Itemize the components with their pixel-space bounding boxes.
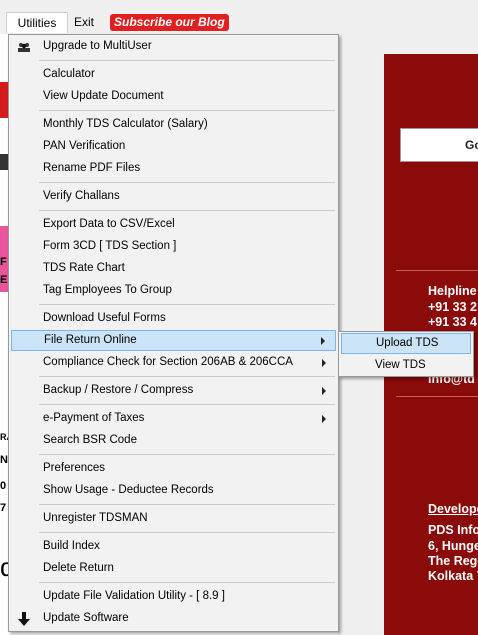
menu-item-export-csv[interactable]: Export Data to CSV/Excel — [11, 214, 336, 235]
divider — [396, 270, 478, 271]
menu-item-label: Form 3CD [ TDS Section ] — [43, 240, 177, 252]
menu-item-unregister[interactable]: Unregister TDSMAN — [11, 508, 336, 529]
submenu-item-label: Upload TDS — [376, 337, 439, 349]
menu-item-label: e-Payment of Taxes — [43, 412, 145, 424]
menu-item-show-usage[interactable]: Show Usage - Deductee Records — [11, 480, 336, 501]
info-box: Go — [400, 128, 478, 162]
menu-separator — [39, 404, 335, 405]
address-line: The Rege — [428, 554, 478, 568]
bg-text-fragment: E — [0, 274, 8, 286]
menu-item-label: Backup / Restore / Compress — [43, 384, 194, 396]
menu-item-label: Rename PDF Files — [43, 162, 141, 174]
menu-item-rename-pdf[interactable]: Rename PDF Files — [11, 158, 336, 179]
menu-item-label: Search BSR Code — [43, 434, 137, 446]
menu-item-label: Monthly TDS Calculator (Salary) — [43, 118, 208, 130]
menu-item-monthly-tds-calculator[interactable]: Monthly TDS Calculator (Salary) — [11, 114, 336, 135]
menu-item-label: Update Software — [43, 612, 129, 624]
menu-item-label: Download Useful Forms — [43, 312, 166, 324]
menu-exit[interactable]: Exit — [68, 12, 104, 33]
menu-item-label: Show Usage - Deductee Records — [43, 484, 214, 496]
background-left-strip: F E RA N 0 7 d — [0, 34, 14, 635]
menu-separator — [39, 582, 335, 583]
menu-item-delete-return[interactable]: Delete Return — [11, 558, 336, 579]
divider — [396, 396, 478, 397]
menu-separator — [39, 376, 335, 377]
menu-item-tag-employees[interactable]: Tag Employees To Group — [11, 280, 336, 301]
menu-utilities[interactable]: Utilities — [6, 12, 68, 33]
users-icon — [18, 43, 30, 52]
address-line: Kolkata 7 — [428, 569, 478, 583]
helpline-label: Helpline — [428, 284, 477, 298]
submenu-item-upload-tds[interactable]: Upload TDS — [341, 333, 471, 354]
file-return-submenu: Upload TDS View TDS — [338, 331, 474, 377]
menu-item-update-software[interactable]: Update Software — [11, 608, 336, 629]
menu-item-label: Build Index — [43, 540, 100, 552]
menu-item-tds-rate-chart[interactable]: TDS Rate Chart — [11, 258, 336, 279]
subscribe-blog-button[interactable]: Subscribe our Blog — [110, 14, 229, 31]
menu-separator — [39, 110, 335, 111]
bg-text-fragment: N — [0, 454, 8, 466]
menu-item-update-fvu[interactable]: Update File Validation Utility - [ 8.9 ] — [11, 586, 336, 607]
menu-separator — [39, 182, 335, 183]
bg-text-fragment: 0 — [0, 480, 7, 492]
menu-separator — [39, 504, 335, 505]
menu-item-search-bsr[interactable]: Search BSR Code — [11, 430, 336, 451]
menu-item-label: PAN Verification — [43, 140, 126, 152]
submenu-arrow-icon — [321, 337, 325, 345]
menu-item-upgrade-multiuser[interactable]: Upgrade to MultiUser — [11, 36, 336, 57]
menu-item-download-forms[interactable]: Download Useful Forms — [11, 308, 336, 329]
menu-item-label: Export Data to CSV/Excel — [43, 218, 175, 230]
menu-item-compliance-check[interactable]: Compliance Check for Section 206AB & 206… — [11, 352, 336, 373]
menu-item-label: TDS Rate Chart — [43, 262, 125, 274]
address-line: 6, Hunge — [428, 539, 478, 553]
submenu-arrow-icon — [322, 359, 326, 367]
address-line: PDS Info — [428, 523, 478, 537]
helpline-phone: +91 33 4 — [428, 315, 478, 329]
menu-separator — [39, 454, 335, 455]
menu-item-calculator[interactable]: Calculator — [11, 64, 336, 85]
helpline-phone: +91 33 2 — [428, 300, 478, 314]
menu-item-label: Upgrade to MultiUser — [43, 40, 152, 52]
menu-separator — [39, 60, 335, 61]
bg-text-fragment: F — [0, 256, 7, 268]
submenu-arrow-icon — [322, 387, 326, 395]
bg-dark-fragment — [0, 154, 8, 170]
menu-item-label: File Return Online — [44, 334, 137, 346]
submenu-item-view-tds[interactable]: View TDS — [341, 355, 471, 376]
menu-item-build-index[interactable]: Build Index — [11, 536, 336, 557]
menu-item-label: Compliance Check for Section 206AB & 206… — [43, 356, 293, 368]
menu-item-label: View Update Document — [43, 90, 164, 102]
bg-text-fragment: 7 — [0, 502, 7, 514]
menu-item-label: Unregister TDSMAN — [43, 512, 148, 524]
utilities-dropdown-menu: Upgrade to MultiUser Calculator View Upd… — [8, 34, 339, 632]
menu-item-file-return-online[interactable]: File Return Online — [11, 330, 336, 351]
developer-label: Develope — [428, 502, 478, 516]
menu-item-label: Preferences — [43, 462, 106, 474]
menu-item-label: Calculator — [43, 68, 95, 80]
menu-item-pan-verification[interactable]: PAN Verification — [11, 136, 336, 157]
menu-bar: Utilities Exit Subscribe our Blog — [0, 0, 478, 34]
menu-item-e-payment[interactable]: e-Payment of Taxes — [11, 408, 336, 429]
down-arrow-icon — [18, 612, 30, 626]
menu-item-label: Verify Challans — [43, 190, 120, 202]
menu-item-label: Tag Employees To Group — [43, 284, 172, 296]
menu-item-label: Update File Validation Utility - [ 8.9 ] — [43, 590, 225, 602]
menu-item-preferences[interactable]: Preferences — [11, 458, 336, 479]
menu-item-form-3cd[interactable]: Form 3CD [ TDS Section ] — [11, 236, 336, 257]
submenu-item-label: View TDS — [375, 359, 426, 371]
menu-separator — [39, 304, 335, 305]
menu-item-backup-restore[interactable]: Backup / Restore / Compress — [11, 380, 336, 401]
submenu-arrow-icon — [322, 415, 326, 423]
menu-item-verify-challans[interactable]: Verify Challans — [11, 186, 336, 207]
menu-separator — [39, 210, 335, 211]
menu-item-label: Delete Return — [43, 562, 114, 574]
menu-item-view-update-document[interactable]: View Update Document — [11, 86, 336, 107]
menu-separator — [39, 532, 335, 533]
bg-red-fragment — [0, 82, 8, 118]
